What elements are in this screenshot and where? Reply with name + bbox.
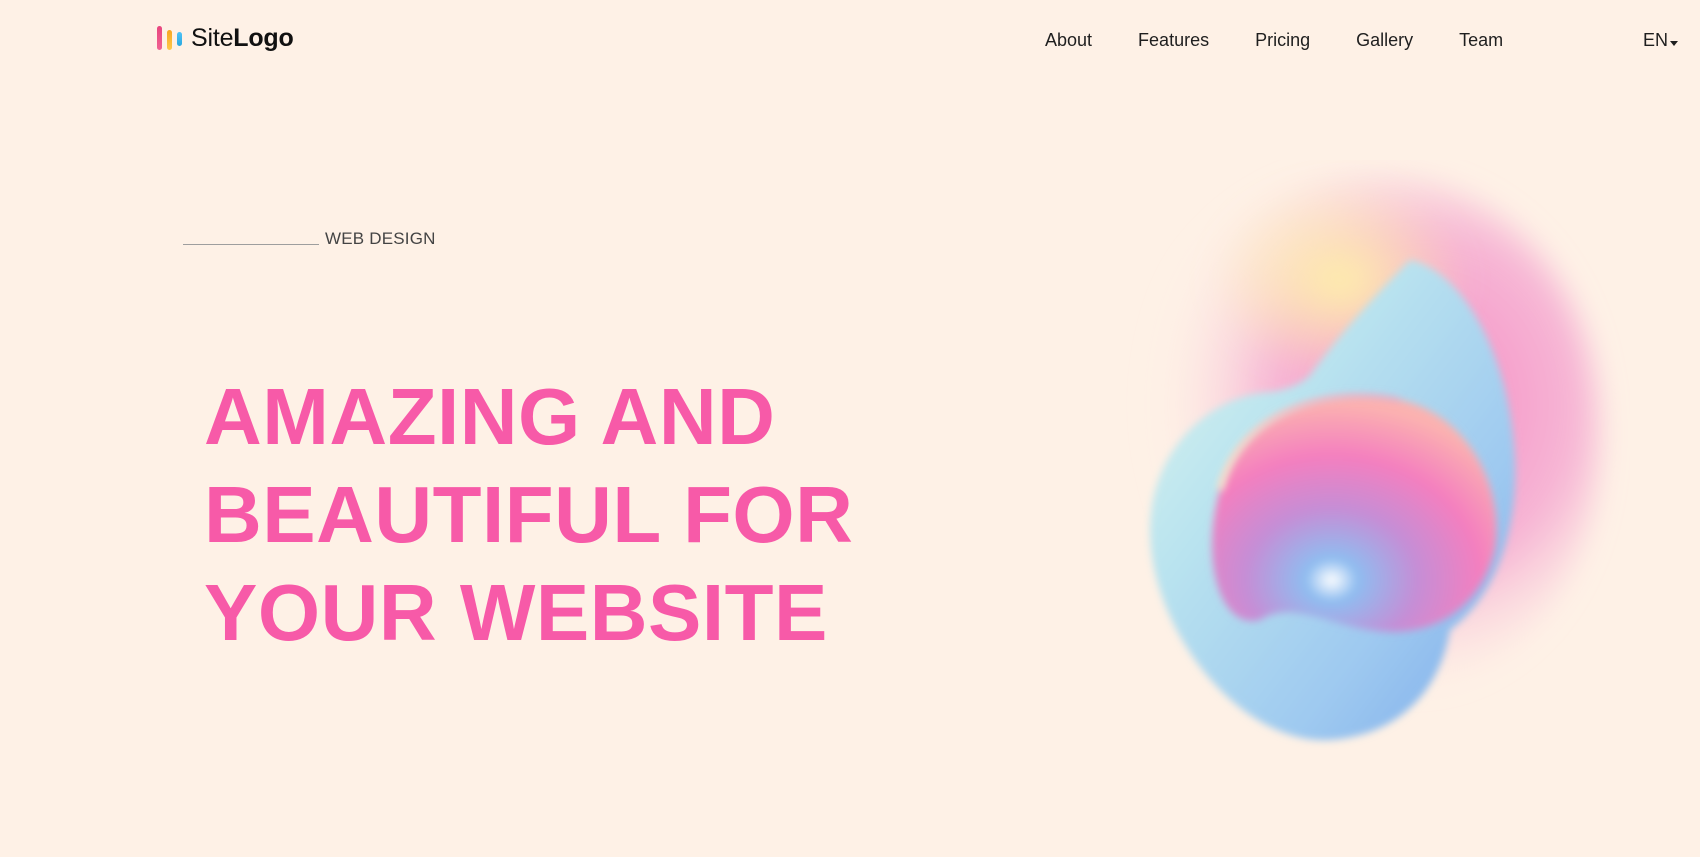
page: SiteLogo About Features Pricing Gallery … (0, 0, 1700, 857)
nav-item-team[interactable]: Team (1459, 28, 1503, 52)
logo-text-site: Site (191, 24, 234, 52)
headline-line-1: AMAZING AND (204, 372, 776, 461)
language-label: EN (1643, 30, 1669, 50)
nav-item-features[interactable]: Features (1138, 28, 1209, 52)
main-nav: About Features Pricing Gallery Team (1045, 28, 1549, 52)
headline-line-2: BEAUTIFUL FOR (204, 470, 854, 559)
hero-gradient-blob (1137, 174, 1600, 741)
hero-headline: AMAZING AND BEAUTIFUL FOR YOUR WEBSITE (204, 368, 853, 662)
logo-text-brand: Logo (233, 24, 294, 52)
site-logo[interactable]: SiteLogo (155, 24, 294, 52)
eyebrow-label: WEB DESIGN (325, 229, 436, 248)
hero-eyebrow: WEB DESIGN (183, 229, 436, 249)
language-selector[interactable]: EN (1643, 28, 1679, 52)
logo-icon (155, 24, 185, 52)
headline-line-3: YOUR WEBSITE (204, 568, 828, 657)
caret-down-icon (1670, 40, 1679, 46)
nav-item-about[interactable]: About (1045, 28, 1092, 52)
eyebrow-divider (183, 243, 319, 245)
logo-text: SiteLogo (191, 24, 294, 52)
nav-item-pricing[interactable]: Pricing (1255, 28, 1310, 52)
nav-item-gallery[interactable]: Gallery (1356, 28, 1413, 52)
